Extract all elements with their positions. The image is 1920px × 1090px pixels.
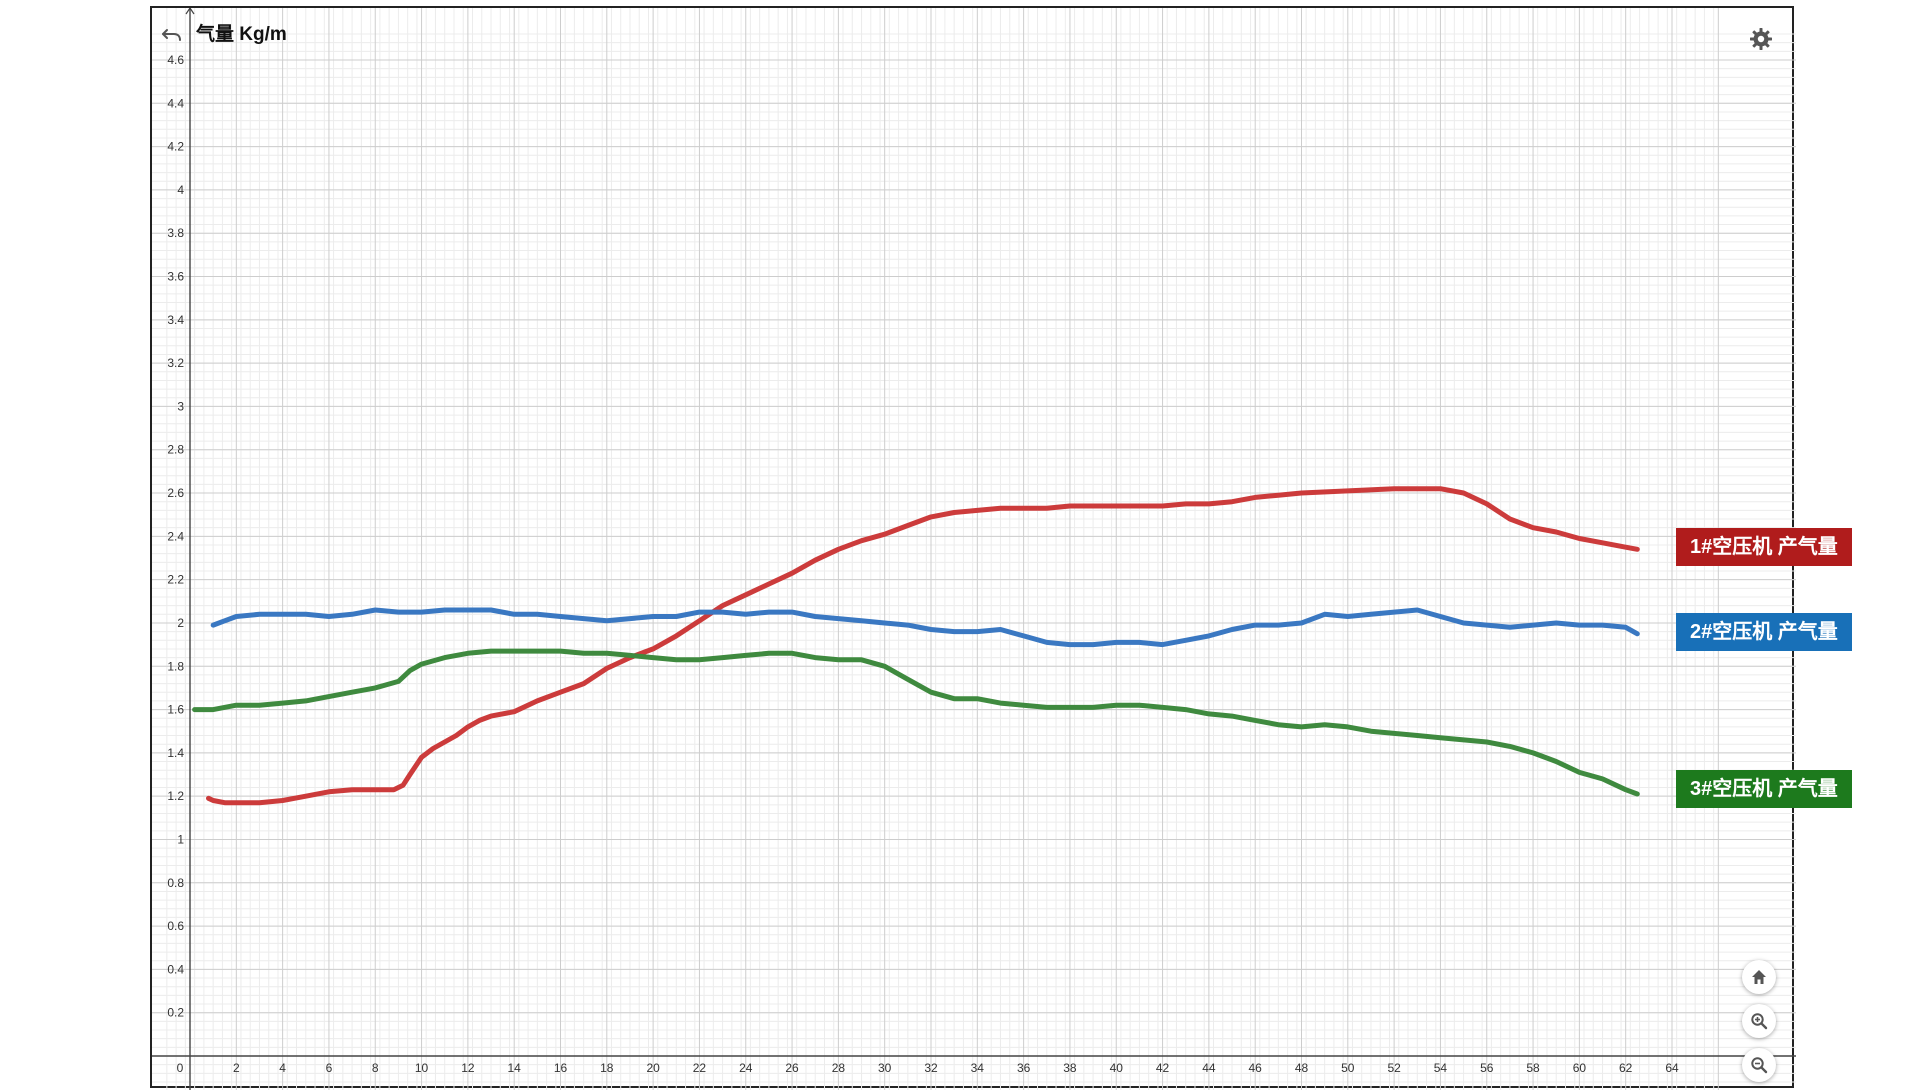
x-tick-label: 14 bbox=[508, 1061, 522, 1075]
y-tick-label: 1.6 bbox=[167, 703, 184, 717]
x-tick-label: 42 bbox=[1156, 1061, 1170, 1075]
y-tick-label: 2.6 bbox=[167, 486, 184, 500]
y-tick-label: 2.4 bbox=[167, 529, 184, 543]
y-tick-label: 3.8 bbox=[167, 226, 184, 240]
x-tick-label: 46 bbox=[1249, 1061, 1263, 1075]
chart-plot[interactable]: 0 2 4 6 8 10 12 14 16 18 20 22 24 26 28 30 32 34 36 38 40 42 4… bbox=[152, 8, 1796, 1090]
x-tick-label: 60 bbox=[1573, 1061, 1587, 1075]
y-tick-label: 0.4 bbox=[167, 962, 184, 976]
x-tick-label: 10 bbox=[415, 1061, 429, 1075]
y-tick-label: 4.2 bbox=[167, 140, 184, 154]
x-tick-label: 4 bbox=[279, 1061, 286, 1075]
x-tick-label: 36 bbox=[1017, 1061, 1031, 1075]
x-tick-label: 26 bbox=[785, 1061, 799, 1075]
y-tick-label: 3 bbox=[177, 399, 184, 413]
legend-item-compressor-2: 2#空压机 产气量 bbox=[1676, 613, 1852, 651]
x-tick-label: 16 bbox=[554, 1061, 568, 1075]
x-tick-label: 34 bbox=[971, 1061, 985, 1075]
x-tick-label: 32 bbox=[924, 1061, 938, 1075]
y-tick-label: 2.8 bbox=[167, 443, 184, 457]
home-icon bbox=[1752, 970, 1766, 984]
y-tick-label: 1.4 bbox=[167, 746, 184, 760]
series-line-2 bbox=[210, 607, 1640, 648]
x-tick-label: 38 bbox=[1063, 1061, 1077, 1075]
legend-item-compressor-3: 3#空压机 产气量 bbox=[1676, 770, 1852, 808]
x-tick-label: 54 bbox=[1434, 1061, 1448, 1075]
x-tick-label: 8 bbox=[372, 1061, 379, 1075]
y-tick-label: 2.2 bbox=[167, 573, 184, 587]
y-tick-label: 3.6 bbox=[167, 270, 184, 284]
x-tick-label: 62 bbox=[1619, 1061, 1633, 1075]
y-tick-label: 3.4 bbox=[167, 313, 184, 327]
home-button[interactable] bbox=[1742, 960, 1776, 994]
zoom-out-button[interactable] bbox=[1742, 1048, 1776, 1082]
y-tick-label: 0.2 bbox=[167, 1006, 184, 1020]
x-tick-label: 58 bbox=[1526, 1061, 1540, 1075]
legend-item-compressor-1: 1#空压机 产气量 bbox=[1676, 528, 1852, 566]
y-tick-label: 4 bbox=[177, 183, 184, 197]
x-tick-label: 6 bbox=[326, 1061, 333, 1075]
x-tick-label: 40 bbox=[1110, 1061, 1124, 1075]
x-tick-label: 2 bbox=[233, 1061, 240, 1075]
y-tick-label: 1.8 bbox=[167, 659, 184, 673]
chart-frame: 0 2 4 6 8 10 12 14 16 18 20 22 24 26 28 30 32 34 36 38 40 42 4… bbox=[150, 6, 1796, 1090]
x-tick-label: 28 bbox=[832, 1061, 846, 1075]
x-tick-label: 12 bbox=[461, 1061, 475, 1075]
y-tick-label: 4.6 bbox=[167, 53, 184, 67]
x-tick-label: 24 bbox=[739, 1061, 753, 1075]
zoom-in-icon bbox=[1751, 1013, 1768, 1030]
zoom-in-button[interactable] bbox=[1742, 1004, 1776, 1038]
series-line-1 bbox=[206, 486, 1640, 806]
x-tick-label: 20 bbox=[646, 1061, 660, 1075]
y-tick-label: 4.4 bbox=[167, 96, 184, 110]
minor-gridlines bbox=[152, 8, 1796, 1090]
zoom-out-icon bbox=[1751, 1057, 1768, 1074]
y-tick-label: 0.6 bbox=[167, 919, 184, 933]
x-tick-label: 52 bbox=[1387, 1061, 1401, 1075]
x-tick-label: 44 bbox=[1202, 1061, 1216, 1075]
x-tick-label: 0 bbox=[177, 1061, 184, 1075]
y-tick-label: 3.2 bbox=[167, 356, 184, 370]
x-tick-label: 30 bbox=[878, 1061, 892, 1075]
x-tick-label: 18 bbox=[600, 1061, 614, 1075]
y-axis-title: 气量 Kg/m bbox=[195, 22, 287, 45]
x-tick-label: 64 bbox=[1665, 1061, 1679, 1075]
x-tick-label: 22 bbox=[693, 1061, 707, 1075]
undo-icon[interactable] bbox=[158, 22, 186, 48]
x-tick-label: 50 bbox=[1341, 1061, 1355, 1075]
series-lines bbox=[192, 486, 1640, 806]
y-tick-label: 1 bbox=[177, 832, 184, 846]
y-tick-label: 0.8 bbox=[167, 876, 184, 890]
y-tick-label: 2 bbox=[177, 616, 184, 630]
y-tick-label: 1.2 bbox=[167, 789, 184, 803]
x-tick-label: 56 bbox=[1480, 1061, 1494, 1075]
x-tick-label: 48 bbox=[1295, 1061, 1309, 1075]
gear-icon[interactable] bbox=[1746, 24, 1776, 54]
